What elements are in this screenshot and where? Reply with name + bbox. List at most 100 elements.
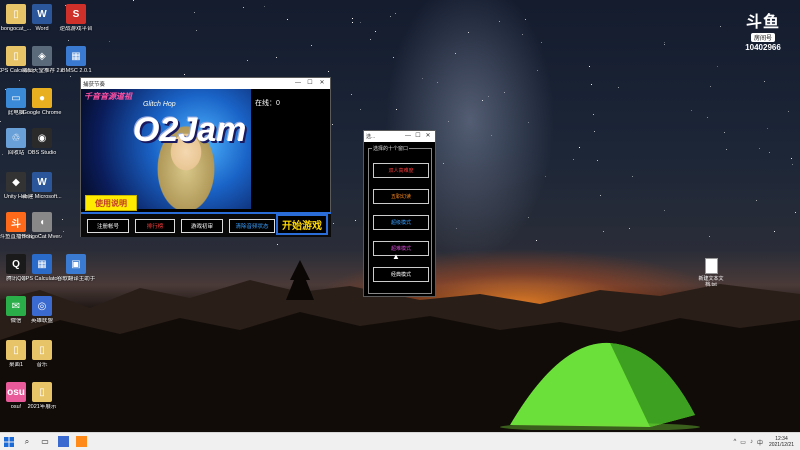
tent-illustration <box>500 342 700 430</box>
star <box>360 109 361 110</box>
close-button[interactable]: ✕ <box>316 78 328 89</box>
star <box>247 60 248 61</box>
douyu-room-tag: 房间号 <box>750 33 775 42</box>
tray-expand-icon[interactable]: ^ <box>733 439 736 445</box>
star <box>276 57 277 58</box>
star <box>707 117 708 118</box>
star <box>499 21 500 22</box>
star <box>352 22 353 23</box>
maximize-button[interactable]: ☐ <box>413 131 423 142</box>
star <box>395 13 396 14</box>
star <box>375 31 376 32</box>
taskbar-app-game-icon[interactable] <box>54 433 72 450</box>
volume-icon[interactable]: ♪ <box>750 439 753 445</box>
main-window-titlebar[interactable]: 捕获节奏 — ☐ ✕ <box>81 78 330 89</box>
txt-file-label: 新建文本文档.txt <box>698 276 724 288</box>
star <box>594 131 595 132</box>
star <box>573 159 574 160</box>
star <box>710 86 711 87</box>
star <box>68 40 69 41</box>
banner-subtitle: Glitch Hop <box>143 101 176 108</box>
star <box>788 111 789 112</box>
star <box>437 82 438 83</box>
mode-button[interactable]: 超级模式 <box>373 215 429 230</box>
mode-button[interactable]: 五职幻读 <box>373 189 429 204</box>
star <box>795 212 796 213</box>
main-game-window: 捕获节奏 — ☐ ✕ 千音音源道祖 Glitch Hop O2Jam 在线：0 … <box>80 77 331 237</box>
desktop-icon[interactable]: W 新建 Microsoft... <box>22 172 62 200</box>
minimize-button[interactable]: — <box>403 131 413 142</box>
minimize-button[interactable]: — <box>292 78 304 89</box>
star <box>541 42 542 43</box>
review-button[interactable]: 游戏初审 <box>181 218 223 233</box>
taskbar: ⌕ ▭ ^ ▭ ♪ 中 12:34 2021/12/21 <box>0 432 800 450</box>
star <box>287 19 288 20</box>
star <box>491 135 492 136</box>
star <box>629 228 630 229</box>
star <box>618 87 619 88</box>
ime-indicator[interactable]: 中 <box>757 438 763 447</box>
mode-button[interactable]: 经典模式 <box>373 267 429 282</box>
clock-date: 2021/12/21 <box>768 442 794 448</box>
desktop-icon[interactable]: ◎ 英雄联盟 <box>22 296 62 324</box>
desktop-icon-label: Google Chrome <box>22 110 62 116</box>
desktop-app-icon: ▦ <box>32 254 52 274</box>
star <box>332 124 333 125</box>
star <box>522 34 523 35</box>
star <box>243 7 244 8</box>
star <box>536 240 537 241</box>
desktop-icon[interactable]: ▣ 谷歌翻译主助手 <box>56 254 96 282</box>
search-icon[interactable]: ⌕ <box>18 433 36 450</box>
star <box>691 110 692 111</box>
desktop-icon[interactable]: ▯ 2021年展示 <box>22 382 62 410</box>
desktop-app-icon: ▯ <box>32 340 52 360</box>
mode-button[interactable]: 双人高难度 <box>373 163 429 178</box>
help-button[interactable]: 使用说明 <box>85 195 137 211</box>
desktop-icon[interactable]: ◖ BongoCat Mver.exe <box>22 212 62 240</box>
desktop-app-icon: ◉ <box>32 128 52 148</box>
star <box>455 53 456 54</box>
star <box>759 148 760 149</box>
mode-window-titlebar[interactable]: 选... — ☐ ✕ <box>364 131 435 142</box>
desktop-app-icon: ◖ <box>32 212 52 232</box>
desktop-icon[interactable]: ▦ IBMSC 2.0.1 <box>56 46 96 74</box>
desktop-app-icon: ◎ <box>32 296 52 316</box>
desktop-txt-file[interactable]: 新建文本文档.txt <box>697 258 725 288</box>
star <box>277 244 278 245</box>
register-button[interactable]: 注册帐号 <box>87 218 129 233</box>
mode-button[interactable]: 超难模式 <box>373 241 429 256</box>
maximize-button[interactable]: ☐ <box>304 78 316 89</box>
star <box>589 66 590 67</box>
star <box>184 74 185 75</box>
taskbar-clock[interactable]: 12:34 2021/12/21 <box>769 436 794 448</box>
close-button[interactable]: ✕ <box>423 131 433 142</box>
desktop-icon[interactable]: S 逆战游戏平台 <box>56 4 96 32</box>
desktop-icon-label: IBMSC 2.0.1 <box>60 68 92 74</box>
desktop-app-icon: ▯ <box>32 382 52 402</box>
desktop-icon[interactable]: ● Google Chrome <box>22 88 62 116</box>
star <box>720 26 721 27</box>
star <box>370 39 371 40</box>
network-icon[interactable]: ▭ <box>740 439 746 446</box>
desktop-app-icon: S <box>66 4 86 24</box>
star <box>133 0 134 1</box>
star <box>726 149 727 150</box>
leaderboard-button[interactable]: 排行榜 <box>135 218 175 233</box>
task-view-icon[interactable]: ▭ <box>36 433 54 450</box>
star <box>504 92 505 93</box>
windows-start-icon[interactable] <box>0 433 18 450</box>
mode-group-box: 选择的十个窗口 双人高难度五职幻读超级模式超难模式经典模式 <box>368 145 432 294</box>
star <box>196 30 197 31</box>
desktop-icon[interactable]: ◉ OBS Studio <box>22 128 62 156</box>
star <box>600 195 601 196</box>
douyu-watermark: 斗鱼 房间号 10402966 <box>738 8 788 52</box>
star <box>109 41 110 42</box>
star <box>352 18 353 19</box>
taskbar-app-douyu-icon[interactable] <box>72 433 90 450</box>
start-game-button[interactable]: 开始游戏 <box>276 214 328 235</box>
desktop-icon-label: 谷歌翻译主助手 <box>56 276 96 282</box>
desktop-icon[interactable]: ▯ 音乐 <box>22 340 62 368</box>
star <box>764 81 765 82</box>
mode-group-label: 选择的十个窗口 <box>372 145 410 152</box>
clear-audio-button[interactable]: 清除音频状态 <box>229 218 275 233</box>
